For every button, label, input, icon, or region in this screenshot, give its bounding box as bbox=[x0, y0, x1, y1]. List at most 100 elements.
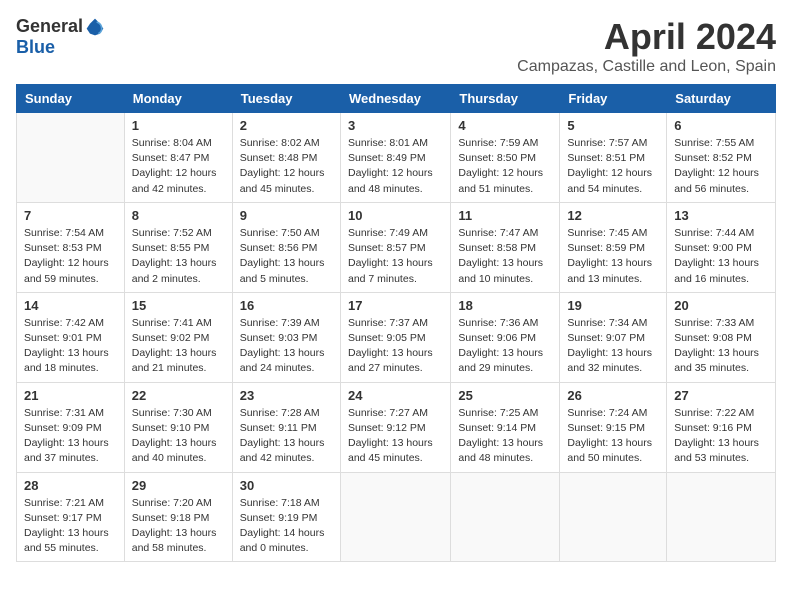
weekday-header-monday: Monday bbox=[124, 85, 232, 113]
calendar-cell: 21Sunrise: 7:31 AM Sunset: 9:09 PM Dayli… bbox=[17, 382, 125, 472]
day-info: Sunrise: 8:02 AM Sunset: 8:48 PM Dayligh… bbox=[240, 136, 333, 197]
day-info: Sunrise: 7:39 AM Sunset: 9:03 PM Dayligh… bbox=[240, 316, 333, 377]
calendar-cell bbox=[340, 472, 450, 562]
day-info: Sunrise: 7:54 AM Sunset: 8:53 PM Dayligh… bbox=[24, 226, 117, 287]
calendar-cell: 9 Sunrise: 7:50 AM Sunset: 8:56 PM Daylig… bbox=[232, 202, 340, 292]
day-number: 16 bbox=[240, 298, 333, 313]
day-number: 28 bbox=[24, 478, 117, 493]
day-number: 19 bbox=[567, 298, 659, 313]
day-number: 1 bbox=[132, 118, 225, 133]
weekday-header-tuesday: Tuesday bbox=[232, 85, 340, 113]
day-number: 18 bbox=[458, 298, 552, 313]
day-number: 13 bbox=[674, 208, 768, 223]
day-info: Sunrise: 7:47 AM Sunset: 8:58 PM Dayligh… bbox=[458, 226, 552, 287]
calendar-cell: 19Sunrise: 7:34 AM Sunset: 9:07 PM Dayli… bbox=[560, 292, 667, 382]
day-number: 7 bbox=[24, 208, 117, 223]
day-info: Sunrise: 7:41 AM Sunset: 9:02 PM Dayligh… bbox=[132, 316, 225, 377]
calendar-cell: 15 Sunrise: 7:41 AM Sunset: 9:02 PM Dayli… bbox=[124, 292, 232, 382]
weekday-header-thursday: Thursday bbox=[451, 85, 560, 113]
day-info: Sunrise: 8:04 AM Sunset: 8:47 PM Dayligh… bbox=[132, 136, 225, 197]
calendar-cell: 20 Sunrise: 7:33 AM Sunset: 9:08 PM Dayli… bbox=[667, 292, 776, 382]
calendar-cell: 24Sunrise: 7:27 AM Sunset: 9:12 PM Dayli… bbox=[340, 382, 450, 472]
day-number: 11 bbox=[458, 208, 552, 223]
calendar-cell: 5 Sunrise: 7:57 AM Sunset: 8:51 PM Daylig… bbox=[560, 113, 667, 203]
day-number: 5 bbox=[567, 118, 659, 133]
day-info: Sunrise: 7:28 AM Sunset: 9:11 PM Dayligh… bbox=[240, 406, 333, 467]
calendar-cell: 29 Sunrise: 7:20 AM Sunset: 9:18 PM Dayli… bbox=[124, 472, 232, 562]
calendar-cell bbox=[560, 472, 667, 562]
day-info: Sunrise: 8:01 AM Sunset: 8:49 PM Dayligh… bbox=[348, 136, 443, 197]
day-number: 25 bbox=[458, 388, 552, 403]
calendar-cell bbox=[17, 113, 125, 203]
day-info: Sunrise: 7:42 AM Sunset: 9:01 PM Dayligh… bbox=[24, 316, 117, 377]
day-number: 27 bbox=[674, 388, 768, 403]
day-info: Sunrise: 7:50 AM Sunset: 8:56 PM Dayligh… bbox=[240, 226, 333, 287]
day-number: 3 bbox=[348, 118, 443, 133]
weekday-header-row: SundayMondayTuesdayWednesdayThursdayFrid… bbox=[17, 85, 776, 113]
calendar-cell bbox=[451, 472, 560, 562]
calendar-cell: 22Sunrise: 7:30 AM Sunset: 9:10 PM Dayli… bbox=[124, 382, 232, 472]
header: General Blue April 2024 Campazas, Castil… bbox=[16, 16, 776, 76]
calendar-cell: 4 Sunrise: 7:59 AM Sunset: 8:50 PM Daylig… bbox=[451, 113, 560, 203]
calendar-cell: 26 Sunrise: 7:24 AM Sunset: 9:15 PM Dayli… bbox=[560, 382, 667, 472]
day-number: 22 bbox=[132, 388, 225, 403]
day-info: Sunrise: 7:24 AM Sunset: 9:15 PM Dayligh… bbox=[567, 406, 659, 467]
calendar-cell: 6Sunrise: 7:55 AM Sunset: 8:52 PM Daylig… bbox=[667, 113, 776, 203]
day-number: 12 bbox=[567, 208, 659, 223]
calendar-cell bbox=[667, 472, 776, 562]
calendar-week-row: 1 Sunrise: 8:04 AM Sunset: 8:47 PM Daylig… bbox=[17, 113, 776, 203]
day-number: 9 bbox=[240, 208, 333, 223]
day-number: 15 bbox=[132, 298, 225, 313]
day-info: Sunrise: 7:57 AM Sunset: 8:51 PM Dayligh… bbox=[567, 136, 659, 197]
calendar-cell: 13 Sunrise: 7:44 AM Sunset: 9:00 PM Dayli… bbox=[667, 202, 776, 292]
calendar-cell: 10Sunrise: 7:49 AM Sunset: 8:57 PM Dayli… bbox=[340, 202, 450, 292]
calendar-cell: 23 Sunrise: 7:28 AM Sunset: 9:11 PM Dayli… bbox=[232, 382, 340, 472]
day-info: Sunrise: 7:20 AM Sunset: 9:18 PM Dayligh… bbox=[132, 496, 225, 557]
weekday-header-wednesday: Wednesday bbox=[340, 85, 450, 113]
day-number: 20 bbox=[674, 298, 768, 313]
calendar-cell: 28 Sunrise: 7:21 AM Sunset: 9:17 PM Dayli… bbox=[17, 472, 125, 562]
logo-icon bbox=[85, 17, 105, 37]
calendar-week-row: 28 Sunrise: 7:21 AM Sunset: 9:17 PM Dayli… bbox=[17, 472, 776, 562]
day-info: Sunrise: 7:21 AM Sunset: 9:17 PM Dayligh… bbox=[24, 496, 117, 557]
logo: General Blue bbox=[16, 16, 105, 58]
day-number: 4 bbox=[458, 118, 552, 133]
calendar-cell: 18Sunrise: 7:36 AM Sunset: 9:06 PM Dayli… bbox=[451, 292, 560, 382]
weekday-header-friday: Friday bbox=[560, 85, 667, 113]
day-info: Sunrise: 7:59 AM Sunset: 8:50 PM Dayligh… bbox=[458, 136, 552, 197]
day-number: 24 bbox=[348, 388, 443, 403]
calendar-cell: 8Sunrise: 7:52 AM Sunset: 8:55 PM Daylig… bbox=[124, 202, 232, 292]
day-info: Sunrise: 7:44 AM Sunset: 9:00 PM Dayligh… bbox=[674, 226, 768, 287]
day-number: 29 bbox=[132, 478, 225, 493]
calendar-cell: 2 Sunrise: 8:02 AM Sunset: 8:48 PM Daylig… bbox=[232, 113, 340, 203]
calendar-cell: 16 Sunrise: 7:39 AM Sunset: 9:03 PM Dayli… bbox=[232, 292, 340, 382]
day-info: Sunrise: 7:33 AM Sunset: 9:08 PM Dayligh… bbox=[674, 316, 768, 377]
calendar-cell: 25 Sunrise: 7:25 AM Sunset: 9:14 PM Dayli… bbox=[451, 382, 560, 472]
month-title: April 2024 bbox=[517, 16, 776, 58]
calendar-cell: 17 Sunrise: 7:37 AM Sunset: 9:05 PM Dayli… bbox=[340, 292, 450, 382]
day-number: 2 bbox=[240, 118, 333, 133]
day-info: Sunrise: 7:55 AM Sunset: 8:52 PM Dayligh… bbox=[674, 136, 768, 197]
logo-general-text: General bbox=[16, 16, 83, 37]
calendar-cell: 12Sunrise: 7:45 AM Sunset: 8:59 PM Dayli… bbox=[560, 202, 667, 292]
title-area: April 2024 Campazas, Castille and Leon, … bbox=[517, 16, 776, 76]
day-info: Sunrise: 7:37 AM Sunset: 9:05 PM Dayligh… bbox=[348, 316, 443, 377]
logo-blue-text: Blue bbox=[16, 37, 55, 58]
day-number: 21 bbox=[24, 388, 117, 403]
calendar-cell: 27 Sunrise: 7:22 AM Sunset: 9:16 PM Dayli… bbox=[667, 382, 776, 472]
day-number: 10 bbox=[348, 208, 443, 223]
calendar-cell: 30Sunrise: 7:18 AM Sunset: 9:19 PM Dayli… bbox=[232, 472, 340, 562]
day-number: 17 bbox=[348, 298, 443, 313]
calendar-cell: 7 Sunrise: 7:54 AM Sunset: 8:53 PM Daylig… bbox=[17, 202, 125, 292]
weekday-header-saturday: Saturday bbox=[667, 85, 776, 113]
calendar-cell: 11 Sunrise: 7:47 AM Sunset: 8:58 PM Dayli… bbox=[451, 202, 560, 292]
day-info: Sunrise: 7:18 AM Sunset: 9:19 PM Dayligh… bbox=[240, 496, 333, 557]
day-info: Sunrise: 7:22 AM Sunset: 9:16 PM Dayligh… bbox=[674, 406, 768, 467]
calendar-cell: 3 Sunrise: 8:01 AM Sunset: 8:49 PM Daylig… bbox=[340, 113, 450, 203]
weekday-header-sunday: Sunday bbox=[17, 85, 125, 113]
calendar-cell: 1 Sunrise: 8:04 AM Sunset: 8:47 PM Daylig… bbox=[124, 113, 232, 203]
day-info: Sunrise: 7:25 AM Sunset: 9:14 PM Dayligh… bbox=[458, 406, 552, 467]
calendar-table: SundayMondayTuesdayWednesdayThursdayFrid… bbox=[16, 84, 776, 562]
day-number: 26 bbox=[567, 388, 659, 403]
day-number: 23 bbox=[240, 388, 333, 403]
